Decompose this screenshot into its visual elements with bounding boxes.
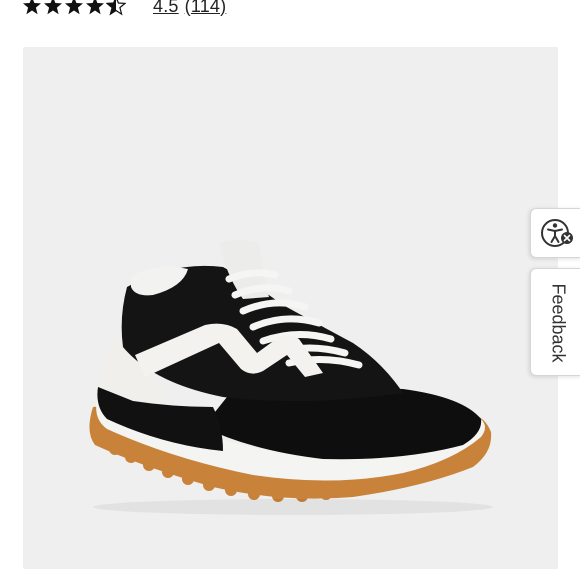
sneaker-image: [89, 240, 493, 515]
rating-score: 4.5: [153, 0, 179, 16]
reviews-link[interactable]: 4.5 (114): [153, 0, 226, 17]
star-full-icon: [86, 0, 104, 15]
product-rating: 4.5 (114): [22, 0, 226, 18]
star-full-icon: [65, 0, 83, 15]
feedback-tab[interactable]: Feedback: [530, 268, 580, 376]
product-image[interactable]: [23, 47, 558, 569]
accessibility-button[interactable]: [530, 208, 580, 258]
star-full-icon: [23, 0, 41, 15]
accessibility-icon: [540, 219, 573, 247]
review-count: (114): [184, 0, 227, 16]
star-rating: [22, 0, 127, 16]
star-full-icon: [44, 0, 62, 15]
feedback-label: Feedback: [548, 283, 569, 363]
star-half-icon: [106, 0, 126, 16]
